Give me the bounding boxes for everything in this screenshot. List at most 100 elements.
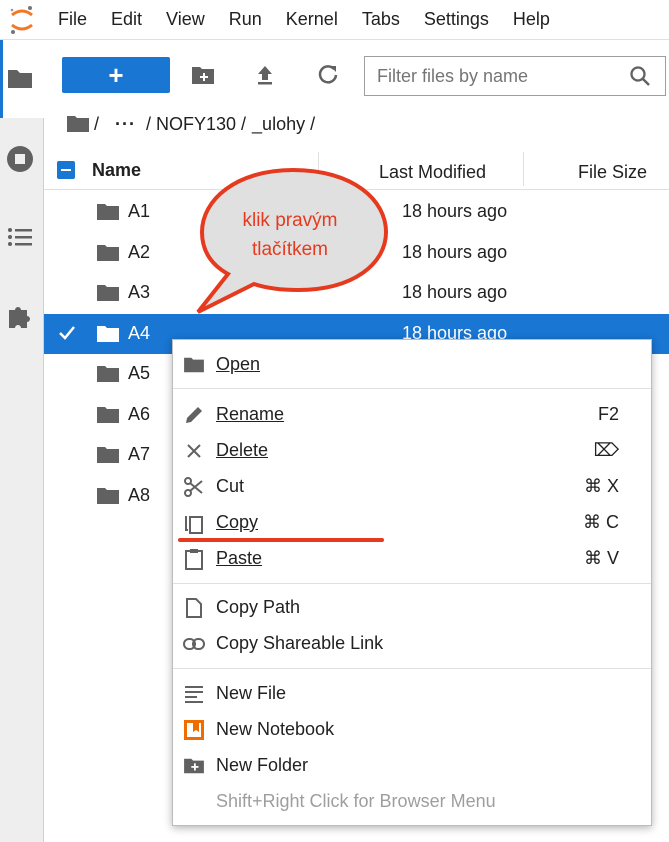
menu-help[interactable]: Help [501,9,562,30]
close-icon [183,440,205,462]
menu-label: Rename [216,404,285,424]
menu-settings[interactable]: Settings [412,9,501,30]
link-icon [183,633,205,655]
breadcrumb-nofy130[interactable]: / NOFY130 / [146,114,246,135]
filter-files-field[interactable] [364,56,666,96]
annotation-line-1: klik pravým [242,210,338,231]
jupyter-logo [0,0,44,40]
new-folder-icon [192,67,214,84]
breadcrumb-ellipsis[interactable]: ··· [115,114,136,135]
menu-copy-shareable-link[interactable]: Copy Shareable Link [173,626,651,662]
file-name: A3 [128,282,151,302]
check-icon [59,325,75,340]
extensions-icon[interactable] [6,302,34,330]
context-menu: Open Rename F2 Delete ⌦ Cut ⌘ X Copy ⌘ C… [172,339,652,826]
menu-kernel[interactable]: Kernel [274,9,350,30]
folder-icon [97,325,119,342]
annotation-text: klik pravým tlačítkem [220,206,360,264]
row-checkbox[interactable] [58,324,76,342]
pencil-icon [183,404,205,426]
menu-divider [173,388,651,389]
refresh-icon [318,65,338,84]
file-modified: 18 hours ago [402,282,508,302]
folder-icon [97,487,119,504]
folder-icon [183,354,205,376]
menu-delete[interactable]: Delete ⌦ [173,433,651,469]
menu-open[interactable]: Open [173,347,651,383]
menu-label: Cut [216,476,245,496]
menu-copy[interactable]: Copy ⌘ C [173,505,651,541]
select-all-checkbox[interactable] [57,161,75,179]
file-browser-tab[interactable] [0,40,44,118]
file-modified: 18 hours ago [402,241,508,262]
file-name: A1 [128,201,151,221]
file-browser-toolbar: + [44,40,669,110]
notebook-icon [183,719,205,741]
column-name[interactable]: Name [92,160,141,181]
scissors-icon [183,476,205,498]
menu-file[interactable]: File [44,9,99,30]
search-icon [630,66,650,86]
new-folder-button[interactable] [190,62,216,88]
menu-cut[interactable]: Cut ⌘ X [173,469,651,505]
menu-edit[interactable]: Edit [99,9,154,30]
menu-bar: File Edit View Run Kernel Tabs Settings … [0,0,669,40]
home-folder-icon[interactable] [66,114,90,134]
file-name: A2 [128,241,151,262]
menu-label: Open [216,354,261,374]
shortcut: ⌦ [593,440,619,460]
menu-paste[interactable]: Paste ⌘ V [173,541,651,577]
menu-label: New Folder [216,755,309,775]
menu-label: Copy Path [216,597,301,617]
menu-rename[interactable]: Rename F2 [173,397,651,433]
folder-icon [6,64,34,92]
filter-input[interactable] [365,65,615,87]
left-sidebar [0,40,44,842]
menu-view[interactable]: View [154,9,217,30]
copy-icon [183,512,205,534]
menu-divider [173,668,651,669]
menu-label: New Notebook [216,719,335,739]
running-sessions-icon[interactable] [6,145,34,173]
text-file-icon [183,683,205,705]
menu-divider [173,583,651,584]
menu-new-notebook[interactable]: New Notebook [173,712,651,748]
menu-label: Delete [216,440,269,460]
file-name: A6 [128,403,151,424]
breadcrumb: / ··· / NOFY130 / _ulohy / [66,110,321,138]
shortcut: ⌘ V [583,548,619,568]
annotation-line-2: tlačítkem [251,239,329,260]
file-name: A4 [128,322,151,343]
menu-new-folder[interactable]: New Folder [173,748,651,784]
menu-tabs[interactable]: Tabs [350,9,412,30]
folder-icon [97,447,119,463]
menu-copy-path[interactable]: Copy Path [173,590,651,626]
annotation-underline [178,538,384,542]
browser-menu-hint: Shift+Right Click for Browser Menu [216,791,496,811]
folder-icon [97,285,119,301]
breadcrumb-ulohy[interactable]: _ulohy / [252,114,315,135]
menu-label: Paste [216,548,263,568]
clipboard-icon [183,548,205,570]
folder-icon [97,366,119,382]
file-name: A7 [128,444,151,464]
file-name: A8 [128,484,151,505]
file-name: A5 [128,363,151,383]
folder-icon [97,406,119,423]
menu-run[interactable]: Run [217,9,274,30]
refresh-button[interactable] [315,62,341,88]
column-file-size[interactable]: File Size [578,162,647,183]
plus-icon: + [108,60,124,90]
new-folder-icon [183,755,205,777]
menu-label: Copy [216,512,259,532]
new-launcher-button[interactable]: + [62,57,170,93]
folder-icon [97,244,119,261]
upload-icon [258,66,272,85]
table-of-contents-icon[interactable] [6,223,34,251]
shortcut: F2 [597,404,619,424]
shortcut: ⌘ X [583,476,619,496]
menu-new-file[interactable]: New File [173,676,651,712]
breadcrumb-separator: / [94,113,100,134]
column-divider[interactable] [523,152,524,186]
upload-button[interactable] [252,62,278,88]
